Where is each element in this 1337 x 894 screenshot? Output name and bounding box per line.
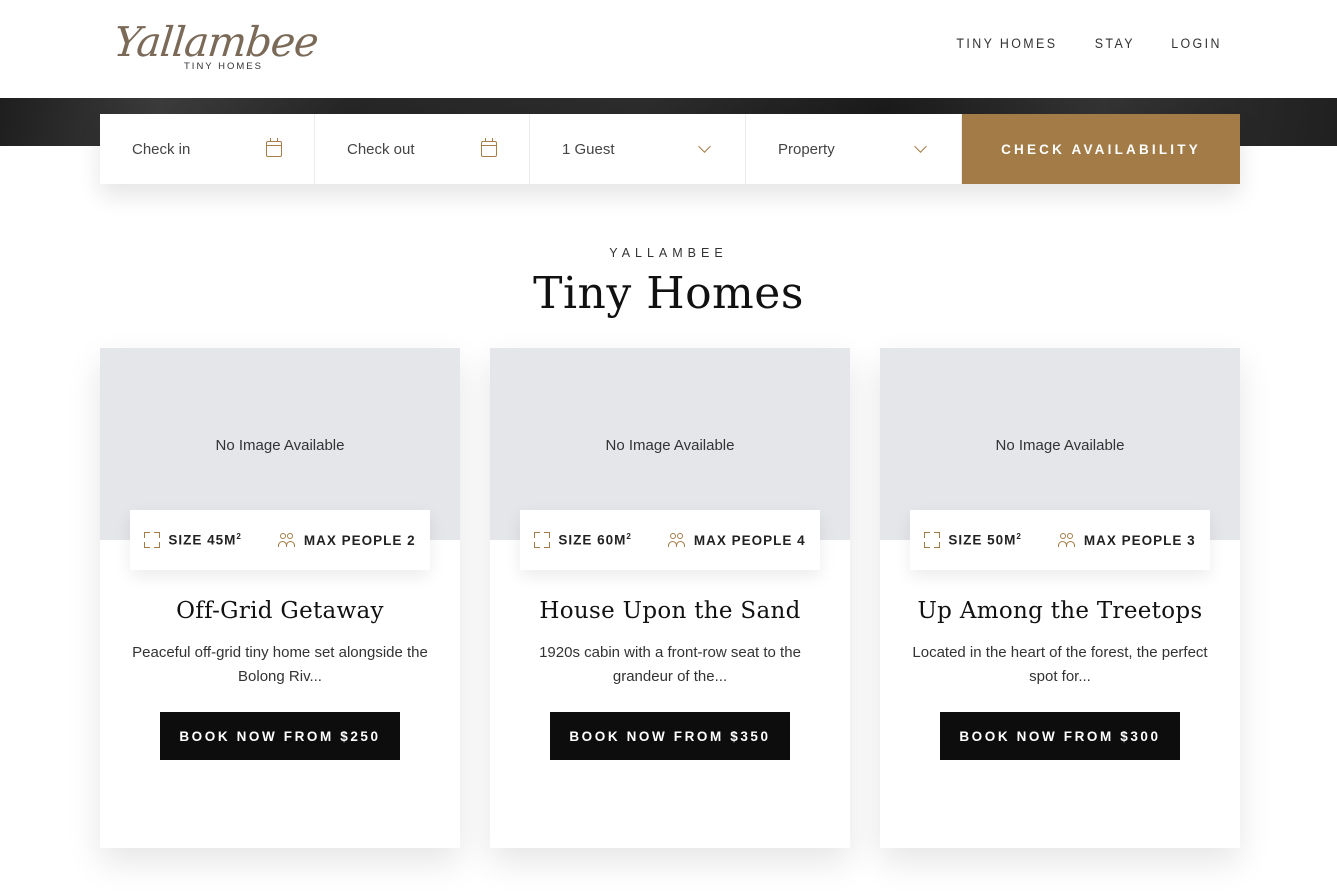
home-stats: SIZE 45M2 MAX PEOPLE 2 [130,510,430,570]
people-icon [277,532,296,548]
people-stat: MAX PEOPLE 4 [667,532,806,548]
size-superscript: 2 [626,532,632,542]
no-image-text: No Image Available [215,436,345,454]
nav-link-login[interactable]: LOGIN [1171,36,1222,51]
people-stat: MAX PEOPLE 3 [1057,532,1196,548]
calendar-icon [266,138,282,157]
size-superscript: 2 [1016,532,1022,542]
size-stat: SIZE 60M2 [534,532,631,548]
chevron-down-icon [698,140,711,153]
home-stats: SIZE 50M2 MAX PEOPLE 3 [910,510,1210,570]
home-description: Located in the heart of the forest, the … [912,644,1208,685]
home-name[interactable]: Up Among the Treetops [880,598,1240,624]
size-text: SIZE 50M [948,532,1017,548]
home-card: No Image Available SIZE 45M2 MAX PEOPLE … [100,348,460,848]
home-stats: SIZE 60M2 MAX PEOPLE 4 [520,510,820,570]
size-text: SIZE 45M [168,532,237,548]
size-text: SIZE 60M [558,532,627,548]
check-in-label: Check in [132,140,191,158]
people-text: MAX PEOPLE 2 [303,532,416,548]
guests-value: 1 Guest [562,140,615,158]
home-name[interactable]: House Upon the Sand [490,598,850,624]
booking-bar: Check in Check out 1 Guest Property CHEC… [100,114,1240,184]
people-stat: MAX PEOPLE 2 [277,532,416,548]
home-description: 1920s cabin with a front-row seat to the… [539,644,801,685]
chevron-down-icon [914,140,927,153]
book-now-button[interactable]: BOOK NOW FROM $250 [160,712,400,760]
site-logo[interactable]: Yallambee TINY HOMES [111,14,320,76]
no-image-text: No Image Available [605,436,735,454]
home-card: No Image Available SIZE 60M2 MAX PEOPLE … [490,348,850,848]
logo-subtitle: TINY HOMES [184,61,263,72]
no-image-text: No Image Available [995,436,1125,454]
check-out-label: Check out [347,140,415,158]
expand-icon [144,532,161,548]
property-value: Property [778,140,835,158]
guests-select[interactable]: 1 Guest [530,114,746,184]
section-eyebrow: YALLAMBEE [609,246,728,260]
book-now-button[interactable]: BOOK NOW FROM $300 [940,712,1180,760]
check-availability-button[interactable]: CHECK AVAILABILITY [962,114,1240,184]
home-card: No Image Available SIZE 50M2 MAX PEOPLE … [880,348,1240,848]
main-nav: TINY HOMES STAY LOGIN [952,36,1224,51]
people-text: MAX PEOPLE 4 [693,532,806,548]
home-description: Peaceful off-grid tiny home set alongsid… [132,644,428,685]
people-icon [1057,532,1076,548]
section-title: Tiny Homes [533,268,804,319]
book-now-button[interactable]: BOOK NOW FROM $350 [550,712,790,760]
people-icon [667,532,686,548]
property-select[interactable]: Property [746,114,962,184]
check-in-field[interactable]: Check in [100,114,315,184]
calendar-icon [481,138,497,157]
tiny-homes-list: No Image Available SIZE 45M2 MAX PEOPLE … [100,348,1240,848]
size-stat: SIZE 45M2 [144,532,241,548]
size-stat: SIZE 50M2 [924,532,1021,548]
size-superscript: 2 [236,532,242,542]
expand-icon [534,532,551,548]
people-text: MAX PEOPLE 3 [1083,532,1196,548]
home-name[interactable]: Off-Grid Getaway [100,598,460,624]
expand-icon [924,532,941,548]
nav-link-stay[interactable]: STAY [1095,36,1135,51]
check-out-field[interactable]: Check out [315,114,530,184]
site-header: Yallambee TINY HOMES TINY HOMES STAY LOG… [0,0,1337,98]
nav-link-tiny-homes[interactable]: TINY HOMES [956,36,1057,51]
